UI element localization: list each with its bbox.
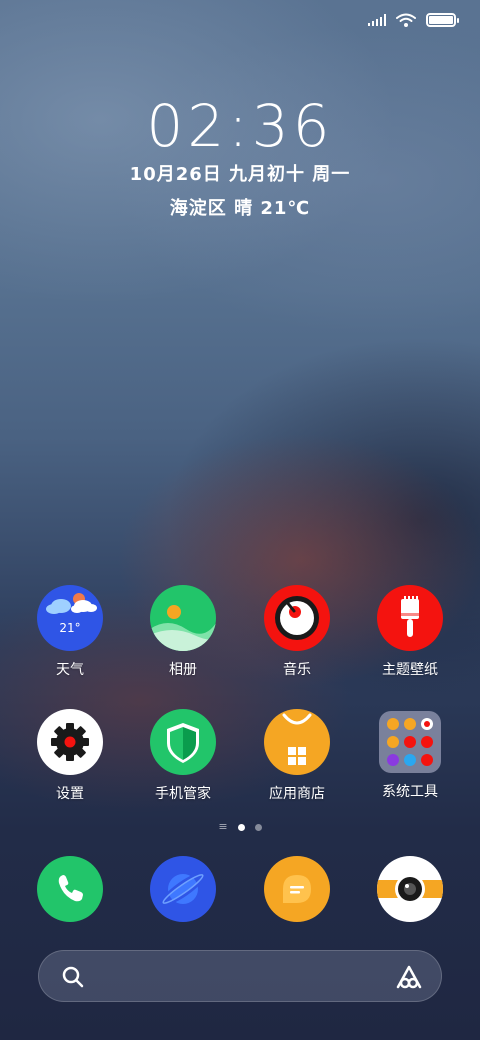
assistant-icon[interactable]: [395, 963, 423, 991]
app-label: 手机管家: [155, 786, 211, 802]
app-label: 设置: [56, 786, 84, 802]
weather-text[interactable]: 海淀区 晴 21℃: [0, 194, 480, 220]
page-dot: [254, 823, 262, 831]
wifi-icon: [396, 13, 416, 27]
dock-phone[interactable]: [15, 856, 125, 922]
search-bar[interactable]: [38, 950, 442, 1002]
app-settings[interactable]: 设置: [15, 709, 125, 803]
music-icon: [264, 585, 330, 651]
theme-icon: [377, 585, 443, 651]
dock-camera[interactable]: [355, 856, 465, 922]
app-label: 相册: [169, 662, 197, 678]
app-label: 音乐: [283, 662, 311, 678]
app-theme[interactable]: 主题壁纸: [355, 585, 465, 679]
weather-temp: 21°: [59, 621, 81, 635]
camera-icon: [377, 856, 443, 922]
phone-icon: [37, 856, 103, 922]
page-dot-active: [237, 823, 245, 831]
page-indicator[interactable]: ≡: [0, 820, 480, 833]
messages-icon: [264, 856, 330, 922]
search-icon[interactable]: [61, 965, 85, 989]
app-label: 主题壁纸: [382, 662, 438, 678]
status-bar: [368, 10, 459, 30]
app-store[interactable]: 应用商店: [242, 709, 352, 803]
gallery-icon: [150, 585, 216, 651]
signal-icon: [368, 14, 386, 26]
folder-icon: [379, 711, 441, 773]
app-store-icon: [264, 709, 330, 775]
app-label: 应用商店: [269, 786, 325, 802]
app-weather[interactable]: 21° 天气: [15, 585, 125, 679]
security-icon: [150, 709, 216, 775]
app-label: 系统工具: [382, 784, 438, 800]
battery-icon: [426, 13, 459, 27]
dock-browser[interactable]: [128, 856, 238, 922]
dock-messages[interactable]: [242, 856, 352, 922]
app-label: 天气: [56, 662, 84, 678]
app-gallery[interactable]: 相册: [128, 585, 238, 679]
menu-lines-icon: ≡: [218, 820, 228, 833]
app-security[interactable]: 手机管家: [128, 709, 238, 803]
settings-icon: [37, 709, 103, 775]
app-music[interactable]: 音乐: [242, 585, 352, 679]
date-text[interactable]: 10月26日 九月初十 周一: [0, 160, 480, 186]
app-system-tools-folder[interactable]: 系统工具: [355, 709, 465, 801]
browser-icon: [150, 856, 216, 922]
clock-time[interactable]: 02:36: [0, 92, 480, 160]
weather-icon: 21°: [37, 585, 103, 651]
